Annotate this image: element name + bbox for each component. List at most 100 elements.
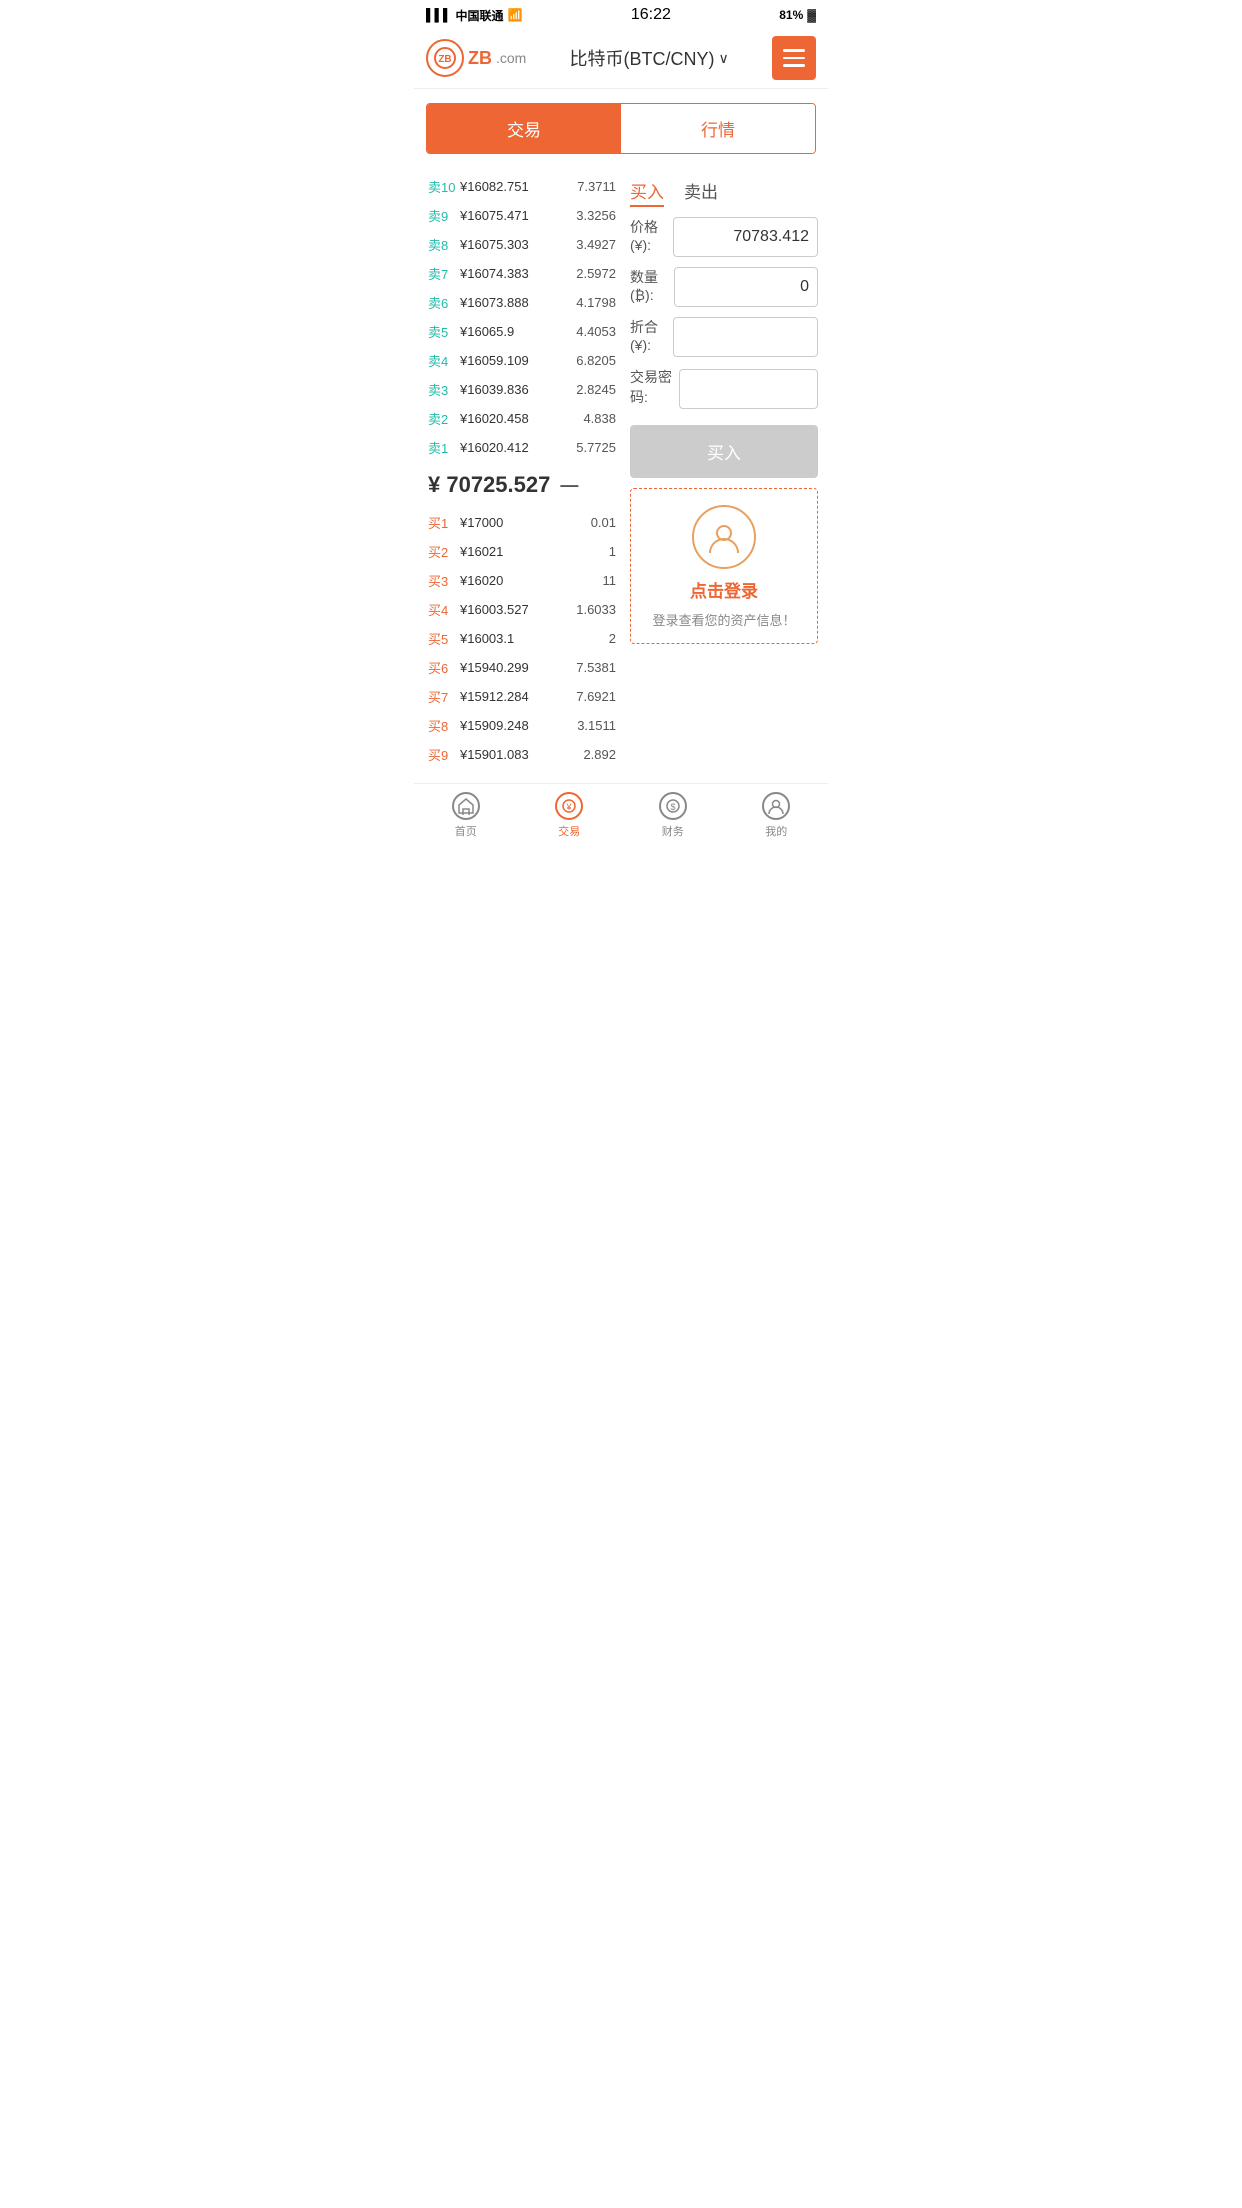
header: ZB ZB .com 比特币(BTC/CNY) ∨ xyxy=(414,28,828,89)
menu-line-1 xyxy=(783,49,805,52)
table-row: 卖4 ¥16059.109 6.8205 xyxy=(426,346,618,375)
sell-qty-2: 4.838 xyxy=(566,411,616,426)
buy-button[interactable]: 买入 xyxy=(630,425,818,478)
tab-sell[interactable]: 卖出 xyxy=(684,178,718,207)
sell-label-10: 卖10 xyxy=(428,177,456,196)
password-field-row: 交易密码: xyxy=(630,367,818,411)
logo-icon: ZB xyxy=(426,39,464,77)
buy-label-2: 买2 xyxy=(428,542,456,561)
sell-price-5: ¥16065.9 xyxy=(460,324,566,339)
total-value xyxy=(673,317,818,357)
status-left: ▌▌▌ 中国联通 📶 xyxy=(426,7,522,24)
menu-line-2 xyxy=(783,57,805,60)
sell-label-1: 卖1 xyxy=(428,438,456,457)
price-input[interactable] xyxy=(673,217,818,257)
status-right: 81% ▓ xyxy=(779,8,816,22)
password-label: 交易密码: xyxy=(630,367,673,407)
sell-price-9: ¥16075.471 xyxy=(460,208,566,223)
table-row: 买1 ¥17000 0.01 xyxy=(426,508,618,537)
table-row: 卖9 ¥16075.471 3.3256 xyxy=(426,201,618,230)
qty-input[interactable] xyxy=(674,267,818,307)
profile-icon xyxy=(762,792,790,820)
buy-qty-3: 11 xyxy=(566,573,616,588)
nav-item-trade[interactable]: ¥ 交易 xyxy=(518,792,622,839)
password-input[interactable] xyxy=(679,369,818,409)
finance-icon: $ xyxy=(659,792,687,820)
chevron-down-icon: ∨ xyxy=(719,50,729,67)
qty-label: 数量(₿): xyxy=(630,267,668,303)
total-label: 折合(¥): xyxy=(630,317,667,353)
buy-qty-2: 1 xyxy=(566,544,616,559)
buy-qty-9: 2.892 xyxy=(566,747,616,762)
buy-price-5: ¥16003.1 xyxy=(460,631,566,646)
buy-price-2: ¥16021 xyxy=(460,544,566,559)
login-area[interactable]: 点击登录 登录查看您的资产信息！ xyxy=(630,488,818,644)
signal-icon: ▌▌▌ xyxy=(426,8,452,22)
table-row: 买2 ¥16021 1 xyxy=(426,537,618,566)
sell-qty-10: 7.3711 xyxy=(566,179,616,194)
tab-trade[interactable]: 交易 xyxy=(427,104,621,153)
nav-item-mine[interactable]: 我的 xyxy=(725,792,829,839)
sell-label-3: 卖3 xyxy=(428,380,456,399)
sell-price-10: ¥16082.751 xyxy=(460,179,566,194)
sell-qty-3: 2.8245 xyxy=(566,382,616,397)
trade-form-panel: 买入 卖出 价格(¥): 数量(₿): 折合(¥): xyxy=(624,168,828,773)
table-row: 卖10 ¥16082.751 7.3711 xyxy=(426,172,618,201)
main-content: 卖10 ¥16082.751 7.3711 卖9 ¥16075.471 3.32… xyxy=(414,168,828,773)
sell-price-3: ¥16039.836 xyxy=(460,382,566,397)
battery-percent: 81% xyxy=(779,8,803,22)
main-tab-bar: 交易 行情 xyxy=(426,103,816,154)
svg-text:$: $ xyxy=(670,802,675,812)
current-price-row: ¥ 70725.527 — xyxy=(426,462,618,508)
nav-label-trade: 交易 xyxy=(558,823,580,839)
table-row: 买5 ¥16003.1 2 xyxy=(426,624,618,653)
svg-text:¥: ¥ xyxy=(566,802,573,812)
table-row: 卖1 ¥16020.412 5.7725 xyxy=(426,433,618,462)
buy-label-7: 买7 xyxy=(428,687,456,706)
menu-button[interactable] xyxy=(772,36,816,80)
price-direction-icon: — xyxy=(560,475,578,496)
tab-market[interactable]: 行情 xyxy=(621,104,815,153)
table-row: 卖5 ¥16065.9 4.4053 xyxy=(426,317,618,346)
buy-price-6: ¥15940.299 xyxy=(460,660,566,675)
buy-label-6: 买6 xyxy=(428,658,456,677)
buy-label-3: 买3 xyxy=(428,571,456,590)
buy-label-4: 买4 xyxy=(428,600,456,619)
sell-qty-6: 4.1798 xyxy=(566,295,616,310)
table-row: 卖8 ¥16075.303 3.4927 xyxy=(426,230,618,259)
buy-label-1: 买1 xyxy=(428,513,456,532)
carrier-name: 中国联通 xyxy=(456,7,504,24)
nav-item-finance[interactable]: $ 财务 xyxy=(621,792,725,839)
buy-price-9: ¥15901.083 xyxy=(460,747,566,762)
table-row: 买8 ¥15909.248 3.1511 xyxy=(426,711,618,740)
status-time: 16:22 xyxy=(631,6,671,24)
sell-label-4: 卖4 xyxy=(428,351,456,370)
order-book: 卖10 ¥16082.751 7.3711 卖9 ¥16075.471 3.32… xyxy=(414,168,624,773)
sell-label-9: 卖9 xyxy=(428,206,456,225)
battery-icon: ▓ xyxy=(807,8,816,22)
buy-qty-7: 7.6921 xyxy=(566,689,616,704)
sell-label-5: 卖5 xyxy=(428,322,456,341)
nav-label-mine: 我的 xyxy=(765,823,787,839)
login-subtitle: 登录查看您的资产信息！ xyxy=(652,610,795,633)
price-field-row: 价格(¥): xyxy=(630,217,818,257)
sell-qty-4: 6.8205 xyxy=(566,353,616,368)
buy-label-9: 买9 xyxy=(428,745,456,764)
sell-price-8: ¥16075.303 xyxy=(460,237,566,252)
buy-label-8: 买8 xyxy=(428,716,456,735)
logo-text: ZB xyxy=(468,48,492,69)
buy-price-4: ¥16003.527 xyxy=(460,602,566,617)
login-button[interactable]: 点击登录 xyxy=(690,577,758,602)
sell-label-6: 卖6 xyxy=(428,293,456,312)
logo-area: ZB ZB .com xyxy=(426,39,526,77)
sell-price-4: ¥16059.109 xyxy=(460,353,566,368)
sell-price-2: ¥16020.458 xyxy=(460,411,566,426)
qty-field-row: 数量(₿): xyxy=(630,267,818,307)
nav-item-home[interactable]: 首页 xyxy=(414,792,518,839)
svg-text:ZB: ZB xyxy=(438,54,451,65)
header-title[interactable]: 比特币(BTC/CNY) ∨ xyxy=(570,45,729,71)
buy-qty-8: 3.1511 xyxy=(566,718,616,733)
logo-suffix: .com xyxy=(496,50,526,66)
buy-price-3: ¥16020 xyxy=(460,573,566,588)
tab-buy[interactable]: 买入 xyxy=(630,178,664,207)
